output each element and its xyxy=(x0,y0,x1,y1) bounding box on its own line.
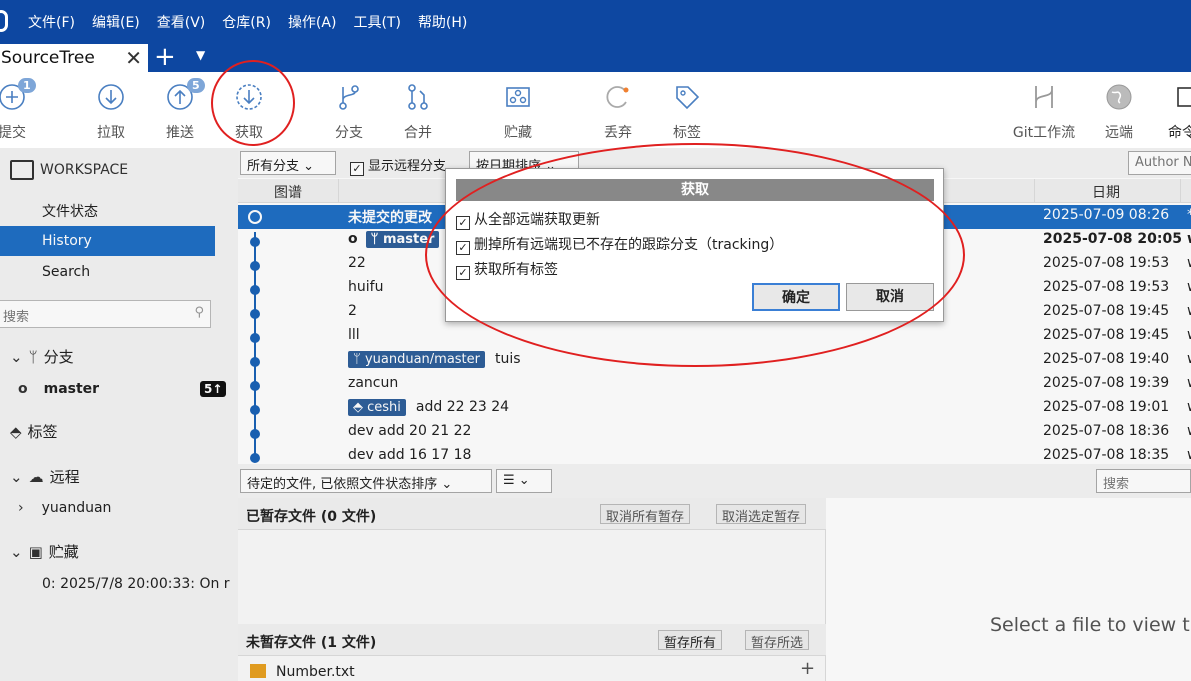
tag-button[interactable]: 标签 xyxy=(655,82,719,142)
menu-file[interactable]: 文件(F) xyxy=(28,12,75,32)
tab-title: SourceTree xyxy=(1,48,95,68)
globe-icon xyxy=(1106,84,1132,110)
terminal-button[interactable]: 命令行 xyxy=(1157,82,1191,142)
branch-button[interactable]: 分支 xyxy=(317,82,381,142)
menu-view[interactable]: 查看(V) xyxy=(157,12,206,32)
discard-icon xyxy=(606,86,629,108)
menu-tools[interactable]: 工具(T) xyxy=(353,12,400,32)
menu-actions[interactable]: 操作(A) xyxy=(288,12,337,32)
commit-badge: 1 xyxy=(18,78,36,93)
add-tab-icon[interactable]: + xyxy=(154,42,176,72)
pull-label: 拉取 xyxy=(97,125,125,141)
pull-icon xyxy=(98,84,124,110)
stash-button[interactable]: 贮藏 xyxy=(486,82,550,142)
chevron-down-icon[interactable]: ▼ xyxy=(196,48,205,62)
discard-label: 丢弃 xyxy=(604,125,632,141)
push-badge: 5 xyxy=(187,78,205,93)
tag-icon xyxy=(676,86,700,110)
remote-label: 远端 xyxy=(1105,125,1133,141)
tag-label: 标签 xyxy=(673,125,701,141)
menu-bar: 文件(F) 编辑(E) 查看(V) 仓库(R) 操作(A) 工具(T) 帮助(H… xyxy=(28,12,484,32)
stash-icon xyxy=(506,87,530,107)
menu-repository[interactable]: 仓库(R) xyxy=(222,12,271,32)
discard-button[interactable]: 丢弃 xyxy=(586,82,650,142)
gitflow-label: Git工作流 xyxy=(1012,125,1076,141)
menu-help[interactable]: 帮助(H) xyxy=(418,12,467,32)
gitflow-icon xyxy=(1035,86,1053,108)
merge-button[interactable]: 合并 xyxy=(386,82,450,142)
terminal-label: 命令行 xyxy=(1168,125,1191,141)
push-label: 推送 xyxy=(166,125,194,141)
fetch-highlight-ring xyxy=(211,60,295,146)
stash-label: 贮藏 xyxy=(504,125,532,141)
sourcetree-logo-icon xyxy=(0,10,8,32)
tab-sourcetree[interactable]: SourceTree ✕ xyxy=(0,44,148,72)
merge-icon xyxy=(408,84,428,110)
branch-label: 分支 xyxy=(335,125,363,141)
menu-edit[interactable]: 编辑(E) xyxy=(92,12,140,32)
branch-icon xyxy=(339,85,359,110)
close-icon[interactable]: ✕ xyxy=(125,46,142,70)
terminal-icon xyxy=(1177,87,1191,107)
title-bar: 文件(F) 编辑(E) 查看(V) 仓库(R) 操作(A) 工具(T) 帮助(H… xyxy=(0,0,1191,44)
dialog-highlight-ring xyxy=(425,143,965,367)
remote-button[interactable]: 远端 xyxy=(1087,82,1151,142)
commit-label: 提交 xyxy=(0,125,26,141)
merge-label: 合并 xyxy=(404,125,432,141)
tab-strip: SourceTree ✕ + ▼ xyxy=(0,42,1191,72)
toolbar: 提交 1 拉取 推送 5 获取 分支 合并 贮藏 丢弃 标签 Git工作流 远端… xyxy=(0,72,1191,148)
gitflow-button[interactable]: Git工作流 xyxy=(1005,82,1083,142)
pull-button[interactable]: 拉取 xyxy=(79,82,143,142)
